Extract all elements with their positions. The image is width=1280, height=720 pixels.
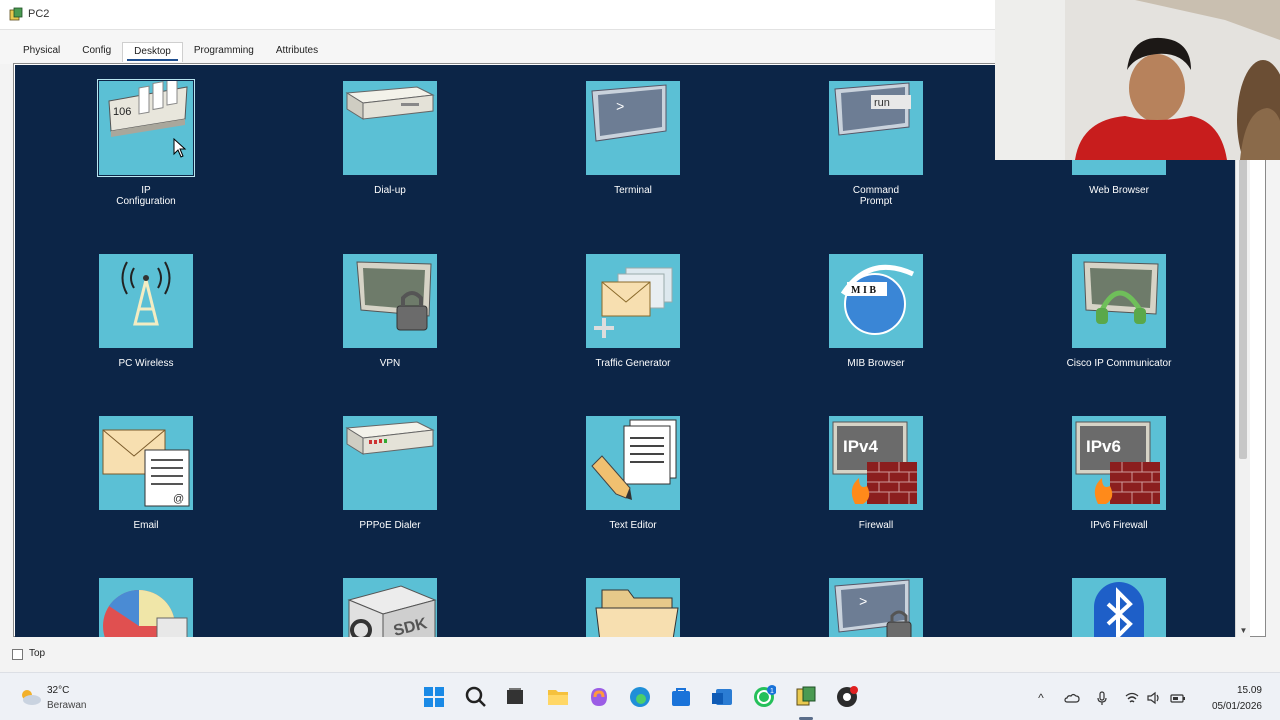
weather-description[interactable]: Berawan <box>47 700 86 711</box>
packet-tracer-icon <box>9 7 23 21</box>
mouse-cursor-icon <box>173 138 187 158</box>
app-pie-chart[interactable] <box>71 578 221 637</box>
dial-up-modem-icon <box>343 81 437 175</box>
bluetooth-icon <box>1072 578 1166 637</box>
weather-temperature[interactable]: 32°C <box>47 685 69 696</box>
app-traffic-generator[interactable]: Traffic Generator <box>558 254 708 369</box>
app-label: Text Editor <box>609 520 657 531</box>
app-ip-configuration[interactable]: 106 IP Configuration <box>71 79 221 207</box>
app-label: VPN <box>379 358 401 369</box>
svg-text:>: > <box>616 100 624 116</box>
vpn-lock-icon <box>343 254 437 348</box>
svg-text:M I B: M I B <box>851 285 876 296</box>
ip-communicator-headset-icon <box>1072 254 1166 348</box>
app-ipv6-firewall[interactable]: IPv6 IPv6 Firewall <box>1044 416 1194 531</box>
tab-attributes[interactable]: Attributes <box>265 42 329 62</box>
wifi-icon[interactable] <box>1124 690 1140 706</box>
tab-programming[interactable]: Programming <box>183 42 265 62</box>
webcam-video-image <box>995 0 1280 160</box>
app-label: MIB Browser <box>847 358 905 369</box>
svg-text:@: @ <box>173 493 184 505</box>
svg-text:>: > <box>859 595 867 611</box>
webcam-overlay <box>995 0 1280 160</box>
terminal-icon: > <box>586 81 680 175</box>
sdk-box-icon: SDK <box>343 578 437 637</box>
taskbar: 32°C Berawan 1 ^ 15.09 05/01/2026 <box>0 672 1280 720</box>
obs-record-icon[interactable] <box>835 685 859 709</box>
app-email[interactable]: @ Email <box>71 416 221 531</box>
app-label: Email <box>133 520 159 531</box>
app-command-prompt[interactable]: run Command Prompt <box>801 81 951 207</box>
top-checkbox-label: Top <box>29 648 46 659</box>
app-firewall[interactable]: IPv4 Firewall <box>801 416 951 531</box>
app-pc-wireless[interactable]: PC Wireless <box>71 254 221 369</box>
top-checkbox[interactable] <box>12 649 23 660</box>
folder-icon <box>586 578 680 637</box>
task-view-icon[interactable] <box>503 685 527 709</box>
tab-config[interactable]: Config <box>71 42 122 62</box>
window-bottom-bar: Top <box>0 638 1280 670</box>
command-prompt-icon: run <box>829 81 923 175</box>
svg-text:106: 106 <box>113 106 131 118</box>
mib-browser-icon: M I B <box>829 254 923 348</box>
app-label: Command Prompt <box>852 185 900 207</box>
svg-text:run: run <box>874 97 890 109</box>
clock-date[interactable]: 05/01/2026 <box>1212 701 1262 712</box>
app-label: Terminal <box>614 185 652 196</box>
pie-chart-icon <box>99 578 193 637</box>
app-sdk[interactable]: SDK <box>315 578 465 637</box>
app-pppoe-dialer[interactable]: PPPoE Dialer <box>315 416 465 531</box>
firewall-ipv4-icon: IPv4 <box>829 416 923 510</box>
app-file-manager[interactable] <box>558 578 708 637</box>
svg-text:IPv4: IPv4 <box>843 437 879 456</box>
tab-physical[interactable]: Physical <box>12 42 71 62</box>
app-cisco-ip-communicator[interactable]: Cisco IP Communicator <box>1044 254 1194 369</box>
svg-text:1: 1 <box>770 688 774 695</box>
firewall-ipv6-icon: IPv6 <box>1072 416 1166 510</box>
onedrive-cloud-icon[interactable] <box>1064 690 1080 706</box>
file-explorer-icon[interactable] <box>546 685 570 709</box>
volume-icon[interactable] <box>1146 690 1162 706</box>
search-icon[interactable] <box>464 685 488 709</box>
windows-start-icon[interactable] <box>422 685 446 709</box>
pppoe-modem-icon <box>343 416 437 510</box>
terminal-lock-icon: > <box>829 578 923 637</box>
wireless-tower-icon <box>99 254 193 348</box>
traffic-generator-icon <box>586 254 680 348</box>
clock-time[interactable]: 15.09 <box>1237 685 1262 696</box>
outlook-icon[interactable] <box>710 685 734 709</box>
app-label: PC Wireless <box>118 358 174 369</box>
microsoft-store-icon[interactable] <box>669 685 693 709</box>
app-label: Cisco IP Communicator <box>1066 358 1172 369</box>
text-editor-icon <box>586 416 680 510</box>
app-label: Dial-up <box>374 185 406 196</box>
packet-tracer-taskbar-icon[interactable] <box>794 685 818 709</box>
app-bluetooth[interactable] <box>1044 578 1194 637</box>
app-dial-up[interactable]: Dial-up <box>315 81 465 196</box>
app-label: Web Browser <box>1089 185 1149 196</box>
app-label: IP Configuration <box>116 185 176 207</box>
app-label: IPv6 Firewall <box>1090 520 1148 531</box>
show-hidden-icons-chevron-icon[interactable]: ^ <box>1033 690 1049 706</box>
ip-configuration-icon: 106 <box>97 79 195 177</box>
edge-browser-icon[interactable] <box>628 685 652 709</box>
app-vpn[interactable]: VPN <box>315 254 465 369</box>
window-title: PC2 <box>28 8 50 20</box>
cloudy-weather-icon[interactable] <box>18 687 42 707</box>
whatsapp-icon[interactable]: 1 <box>752 685 776 709</box>
app-telnet-ssh[interactable]: > <box>801 578 951 637</box>
app-label: Firewall <box>858 520 894 531</box>
app-text-editor[interactable]: Text Editor <box>558 416 708 531</box>
copilot-icon[interactable] <box>587 685 611 709</box>
app-label: Traffic Generator <box>595 358 671 369</box>
tab-desktop[interactable]: Desktop <box>122 42 183 62</box>
svg-text:IPv6: IPv6 <box>1086 437 1121 456</box>
email-envelope-icon: @ <box>99 416 193 510</box>
battery-icon[interactable] <box>1170 690 1186 706</box>
app-label: PPPoE Dialer <box>359 520 421 531</box>
app-mib-browser[interactable]: M I B MIB Browser <box>801 254 951 369</box>
scroll-down-arrow-icon[interactable]: ▼ <box>1239 626 1248 635</box>
microphone-icon[interactable] <box>1094 690 1110 706</box>
app-terminal[interactable]: > Terminal <box>558 81 708 196</box>
